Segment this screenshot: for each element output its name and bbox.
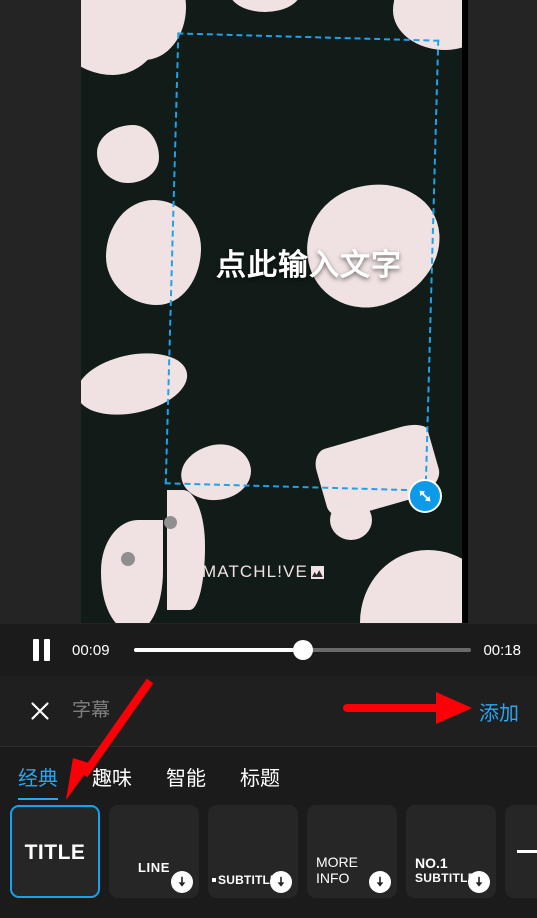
template-card-line-rule[interactable]: [505, 805, 537, 898]
playback-bar: 00:09 00:18: [0, 624, 537, 676]
tab-fun[interactable]: 趣味: [92, 762, 132, 791]
preview-area: MATCHL!VE 点此输入文字: [0, 0, 537, 624]
scrubber-thumb[interactable]: [292, 640, 313, 660]
template-cards-row[interactable]: TITLE LINE SUBTITLE MORE INFO NO.1 SUBTI…: [0, 805, 537, 918]
template-card-line[interactable]: LINE: [109, 805, 199, 898]
template-card-label-line1: NO.1: [415, 855, 448, 871]
download-icon[interactable]: [270, 871, 292, 893]
decorative-blob: [330, 500, 372, 540]
pause-icon[interactable]: [18, 639, 64, 661]
pause-bar-left: [32, 639, 39, 661]
scrubber-track[interactable]: [134, 640, 472, 660]
template-card-label: MORE INFO: [316, 854, 358, 886]
video-canvas[interactable]: MATCHL!VE 点此输入文字: [81, 0, 462, 623]
total-time-label: 00:18: [483, 641, 521, 659]
download-icon[interactable]: [171, 871, 193, 893]
watermark-text: MATCHL!VE: [202, 562, 308, 581]
text-object[interactable]: 点此输入文字: [216, 240, 402, 284]
decorative-dot: [121, 552, 135, 566]
template-card-label-line2: SUBTITLE: [415, 871, 477, 885]
scrubber-fill: [134, 648, 303, 652]
template-card-label-line2: INFO: [316, 870, 350, 886]
subtitle-input[interactable]: [68, 700, 479, 722]
decorative-blob: [106, 200, 201, 305]
pause-bar-right: [43, 639, 50, 661]
tab-smart[interactable]: 智能: [166, 762, 206, 791]
template-card-label: NO.1 SUBTITLE: [415, 856, 476, 886]
decorative-blob: [360, 550, 462, 623]
tab-classic[interactable]: 经典: [18, 762, 58, 800]
watermark: MATCHL!VE: [202, 562, 324, 582]
download-icon[interactable]: [369, 871, 391, 893]
current-time-label: 00:09: [72, 641, 110, 659]
decorative-dot: [164, 516, 177, 529]
decorative-blob: [81, 343, 193, 425]
mountain-logo-icon: [310, 565, 324, 579]
horizontal-rule-icon: [517, 850, 537, 853]
decorative-blob: [101, 520, 163, 623]
category-tabs: 经典 趣味 智能 标题: [0, 747, 537, 805]
subtitle-input-row: 添加: [0, 676, 537, 747]
resize-diagonal-icon[interactable]: [408, 479, 442, 513]
close-icon[interactable]: [12, 699, 68, 723]
add-button[interactable]: 添加: [479, 697, 519, 726]
video-editor-app: MATCHL!VE 点此输入文字 00:09 00:18 字幕 添加 经典 趣味…: [0, 0, 537, 918]
decorative-blob: [167, 490, 205, 610]
template-card-subtitle[interactable]: SUBTITLE: [208, 805, 298, 898]
tab-heading[interactable]: 标题: [240, 762, 280, 791]
video-edge-divider: [462, 0, 468, 623]
text-object-value: 点此输入文字: [216, 249, 402, 282]
template-card-more-info[interactable]: MORE INFO: [307, 805, 397, 898]
template-card-label: TITLE: [24, 841, 86, 864]
decorative-blob: [393, 0, 462, 50]
template-card-title[interactable]: TITLE: [10, 805, 100, 898]
decorative-blob: [97, 125, 159, 183]
bullet-square-icon: [212, 877, 216, 882]
download-icon[interactable]: [468, 871, 490, 893]
template-card-label: SUBTITLE: [212, 873, 278, 887]
template-card-no1-subtitle[interactable]: NO.1 SUBTITLE: [406, 805, 496, 898]
decorative-blob: [229, 0, 301, 12]
template-card-label-line1: MORE: [316, 854, 358, 870]
